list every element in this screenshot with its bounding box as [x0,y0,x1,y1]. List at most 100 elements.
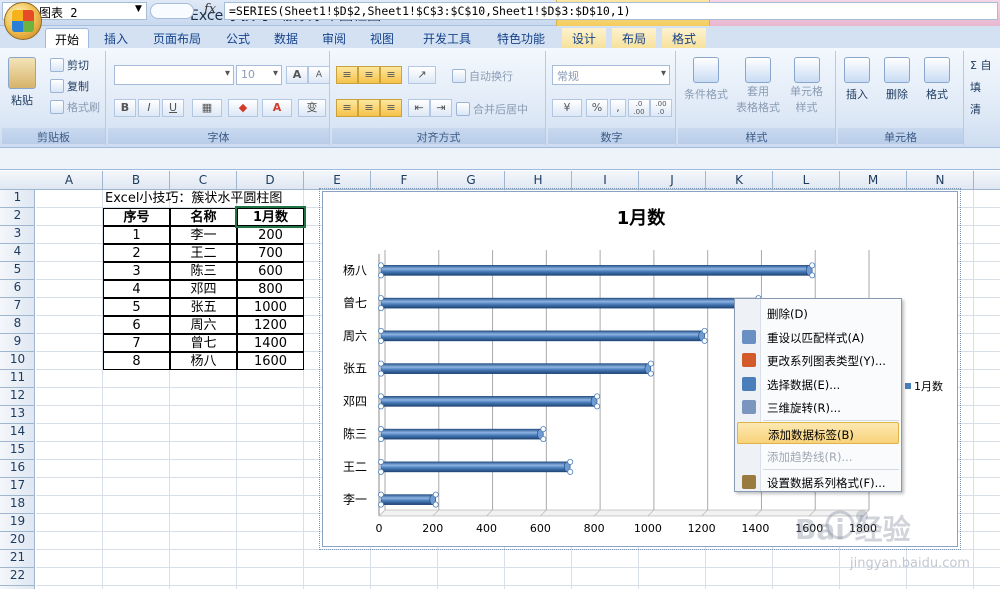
row-header-7[interactable]: 7 [0,298,35,316]
table-cell[interactable]: 2 [103,244,170,262]
table-cell[interactable]: 1600 [237,352,304,370]
bar-handle[interactable] [432,491,439,498]
bar-2[interactable] [380,428,541,440]
row-header-19[interactable]: 19 [0,514,35,532]
table-cell[interactable]: 5 [103,298,170,316]
bar-handle[interactable] [378,370,385,377]
bar-0[interactable] [380,494,434,505]
conditional-format-button[interactable]: 条件格式 [684,57,728,102]
delete-cells-button[interactable]: 删除 [884,57,910,102]
bar-handle[interactable] [701,337,708,344]
align-left-icon[interactable]: ≡ [336,99,358,117]
row-header-14[interactable]: 14 [0,424,35,442]
increase-indent-icon[interactable]: ⇥ [430,99,452,117]
bar-handle[interactable] [378,337,385,344]
column-header-a[interactable]: A [36,171,103,190]
comma-button[interactable]: , [610,99,626,117]
formula-bar-handle[interactable] [150,3,194,19]
menu-item-2[interactable]: 更改系列图表类型(Y)... [737,349,899,371]
menu-item-6[interactable]: 添加趋势线(R)... [737,445,899,467]
row-header-3[interactable]: 3 [0,226,35,244]
bar-handle[interactable] [378,458,385,465]
align-right-icon[interactable]: ≡ [380,99,402,117]
bar-4[interactable] [380,363,649,374]
table-cell[interactable]: 邓四 [170,280,237,298]
merge-center-button[interactable]: 合并后居中 [456,101,528,117]
orientation-icon[interactable]: ↗ [408,66,436,84]
row-header-17[interactable]: 17 [0,478,35,496]
fill-button[interactable]: 填 [970,79,981,95]
menu-item-5[interactable]: 添加数据标签(B) [737,421,899,444]
cut-button[interactable]: 剪切 [50,57,89,73]
row-header-8[interactable]: 8 [0,316,35,334]
bar-handle[interactable] [378,403,385,410]
clear-button[interactable]: 清 [970,101,981,117]
tab-format[interactable]: 格式 [662,28,706,48]
row-header-4[interactable]: 4 [0,244,35,262]
sheet-title-cell[interactable]: Excel小技巧：簇状水平圆柱图 [103,190,303,208]
increase-decimal-button[interactable]: .0 .00 [628,99,650,117]
bar-1[interactable] [380,461,568,473]
font-size-combo[interactable]: 10 [236,65,282,85]
bar-handle[interactable] [809,262,816,269]
chart-legend[interactable]: 1月数 [905,378,943,394]
tab-layout[interactable]: 布局 [612,28,656,48]
column-header-d[interactable]: D [237,171,304,190]
table-cell[interactable]: 800 [237,280,304,298]
table-header-cell[interactable]: 序号 [103,208,170,226]
insert-function-button[interactable]: fx [204,2,216,17]
menu-item-4[interactable]: 三维旋转(R)... [737,396,899,418]
tab-home[interactable]: 开始 [45,28,89,48]
bar-handle[interactable] [540,426,547,433]
align-top-icon[interactable]: ≡ [336,66,358,84]
autosum-button[interactable]: Σ 自 [970,57,991,73]
tab-review[interactable]: 审阅 [314,28,354,48]
menu-item-0[interactable]: 删除(D) [737,302,899,324]
underline-button[interactable]: U [162,99,184,117]
menu-item-3[interactable]: 选择数据(E)... [737,373,899,395]
name-box-dropdown-icon[interactable]: ▼ [135,4,142,14]
bar-handle[interactable] [647,370,654,377]
align-bottom-icon[interactable]: ≡ [380,66,402,84]
font-color-icon[interactable]: A [262,99,292,117]
border-icon[interactable]: ▦ [192,99,222,117]
bar-handle[interactable] [378,262,385,269]
fill-color-icon[interactable]: ◆ [228,99,258,117]
office-button[interactable] [4,2,42,40]
bar-handle[interactable] [378,327,385,334]
bar-3[interactable] [380,396,595,407]
tab-view[interactable]: 视图 [362,28,402,48]
tab-developer[interactable]: 开发工具 [414,28,480,48]
table-cell[interactable]: 200 [237,226,304,244]
row-header-5[interactable]: 5 [0,262,35,280]
table-header-cell[interactable]: 名称 [170,208,237,226]
align-middle-icon[interactable]: ≡ [358,66,380,84]
bar-5[interactable] [380,330,702,342]
row-header-11[interactable]: 11 [0,370,35,388]
row-header-1[interactable]: 1 [0,190,35,208]
bar-handle[interactable] [594,403,601,410]
number-format-combo[interactable]: 常规 [552,65,670,85]
table-cell[interactable]: 杨八 [170,352,237,370]
tab-formulas[interactable]: 公式 [218,28,258,48]
formula-input[interactable]: =SERIES(Sheet1!$D$2,Sheet1!$C$3:$C$10,Sh… [224,2,998,20]
font-name-combo[interactable] [114,65,234,85]
bar-handle[interactable] [567,458,574,465]
bar-handle[interactable] [378,426,385,433]
row-header-9[interactable]: 9 [0,334,35,352]
decrease-decimal-button[interactable]: .00 .0 [650,99,672,117]
format-painter-button[interactable]: 格式刷 [50,99,100,115]
table-cell[interactable]: 张五 [170,298,237,316]
table-cell[interactable]: 7 [103,334,170,352]
phonetic-button[interactable]: 变 [298,99,326,117]
bar-handle[interactable] [432,501,439,508]
menu-item-1[interactable]: 重设以匹配样式(A) [737,326,899,348]
bar-handle[interactable] [378,468,385,475]
shrink-font-button[interactable]: A [308,66,330,84]
row-header-18[interactable]: 18 [0,496,35,514]
table-header-cell[interactable]: 1月数 [235,206,306,228]
bar-handle[interactable] [594,393,601,400]
tab-page-layout[interactable]: 页面布局 [144,28,210,48]
table-cell[interactable]: 1200 [237,316,304,334]
table-cell[interactable]: 1400 [237,334,304,352]
